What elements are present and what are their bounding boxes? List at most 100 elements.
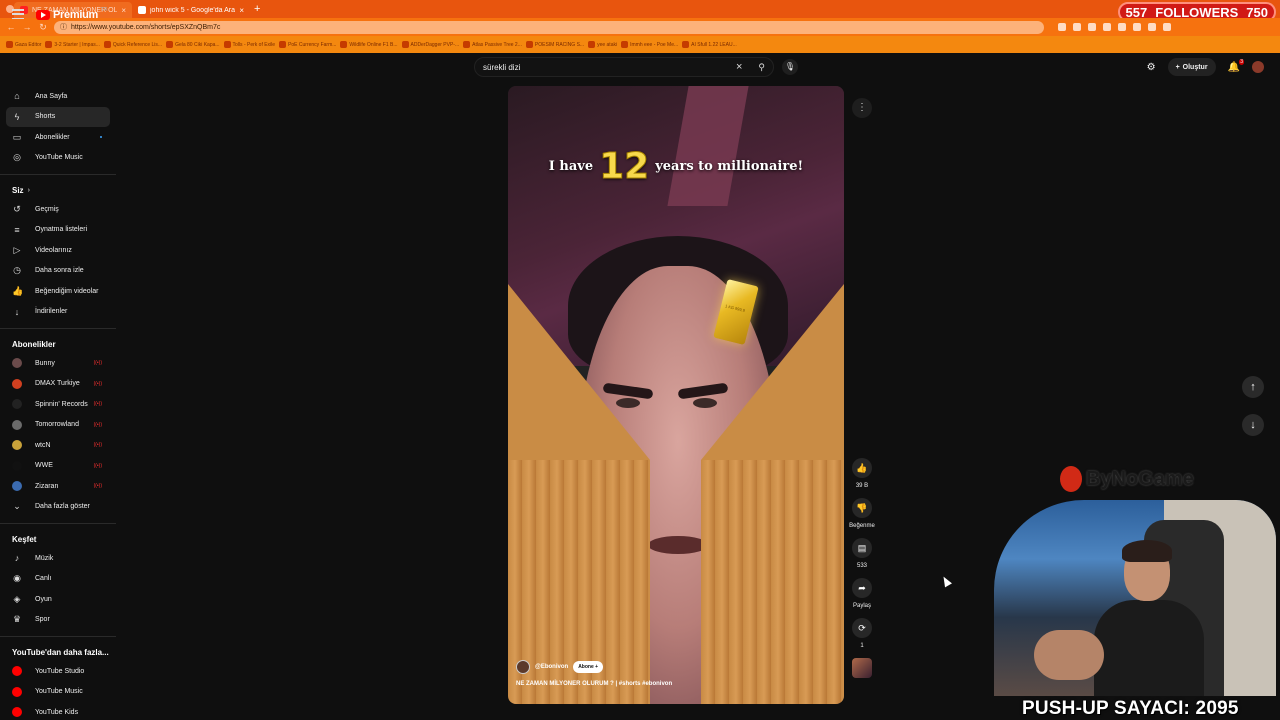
bookmark-item[interactable]: Immh eee - Poe Me... bbox=[621, 41, 678, 48]
sound-thumbnail[interactable] bbox=[852, 658, 872, 678]
clear-search-icon[interactable]: × bbox=[736, 61, 742, 73]
caption-post: years to millionaire! bbox=[655, 159, 804, 174]
channel-avatar bbox=[12, 358, 22, 369]
sidebar-section-header[interactable]: YouTube'dan daha fazla... bbox=[0, 643, 116, 661]
bookmark-item[interactable]: ADDerDagger PVP-... bbox=[401, 41, 459, 48]
sidebar-item-wtcn[interactable]: wtcN ((•)) bbox=[0, 435, 116, 456]
sidebar-section-header[interactable]: Abonelikler bbox=[0, 335, 116, 353]
sidebar-section-header[interactable]: Siz › bbox=[0, 181, 116, 199]
show-more-button[interactable]: ⌄ Daha fazla göster bbox=[0, 497, 116, 518]
sidebar-item-label: Abonelikler bbox=[35, 133, 70, 141]
webcam-arm bbox=[1034, 630, 1104, 680]
new-tab-icon[interactable]: + bbox=[254, 3, 260, 15]
back-icon[interactable]: ← bbox=[6, 22, 16, 32]
search-input[interactable]: sürekli dizi × ⚲ bbox=[474, 57, 774, 77]
bookmark-item[interactable]: 3-2 Starter | Impas... bbox=[45, 41, 100, 48]
sidebar-item-youtube-music[interactable]: ◎ YouTube Music bbox=[0, 148, 116, 169]
bookmark-item[interactable]: POESIM RACING S... bbox=[525, 41, 584, 48]
youtube-premium-logo[interactable]: Premium TR bbox=[36, 7, 108, 21]
bookmark-item[interactable]: Tolls - Perk of Exile bbox=[223, 41, 275, 48]
sidebar-item-spor[interactable]: ♛ Spor bbox=[0, 610, 116, 631]
sidebar-item-label: Spor bbox=[35, 616, 50, 624]
sidebar-item-oyun[interactable]: ◈ Oyun bbox=[0, 589, 116, 610]
dislike-action[interactable]: 👎 Beğenme bbox=[849, 498, 875, 529]
share-icon[interactable]: ➦ bbox=[852, 578, 872, 598]
bookmark-item[interactable]: yee ataki bbox=[588, 41, 617, 48]
close-tab-icon[interactable]: × bbox=[239, 6, 244, 15]
bookmark-item[interactable]: PoE Currency Farm... bbox=[279, 41, 336, 48]
bookmark-item[interactable]: Atlas Passive Tree 2... bbox=[463, 41, 522, 48]
sidebar-item-zizaran[interactable]: Zizaran ((•)) bbox=[0, 476, 116, 497]
sidebar-item-youtube-studio[interactable]: YouTube Studio bbox=[0, 661, 116, 682]
short-video-player[interactable]: 1 KG 999.9 I have 12 years to millionair… bbox=[508, 86, 844, 704]
browser-tab[interactable]: john wick 5 - Google'da Ara × bbox=[132, 2, 250, 18]
extension-icon[interactable] bbox=[1058, 23, 1066, 31]
previous-short-icon[interactable]: ↑ bbox=[1242, 376, 1264, 398]
sidebar-item-spinnin-records[interactable]: Spinnin' Records ((•)) bbox=[0, 394, 116, 415]
extension-icon[interactable] bbox=[1088, 23, 1096, 31]
remix-action[interactable]: ⟳ 1 bbox=[852, 618, 872, 649]
star-icon[interactable] bbox=[1073, 23, 1081, 31]
sidebar-item-daha-sonra-izle[interactable]: ◷ Daha sonra izle bbox=[0, 261, 116, 282]
like-action[interactable]: 👍 39 B bbox=[852, 458, 872, 489]
url-field[interactable]: ⓘ https://www.youtube.com/shorts/epSXZnQ… bbox=[54, 20, 1044, 34]
divider bbox=[0, 523, 116, 524]
divider bbox=[0, 328, 116, 329]
bookmark-label: AI Sfull 1.22 LEAU... bbox=[691, 41, 737, 48]
hamburger-menu-icon[interactable] bbox=[12, 9, 24, 19]
bookmark-item[interactable]: Gela 80 Ciki Kapa... bbox=[166, 41, 220, 48]
create-button[interactable]: + Oluştur bbox=[1167, 58, 1216, 76]
subscribe-button[interactable]: Abone + bbox=[573, 661, 604, 673]
short-actions: 👍 39 B 👎 Beğenme ▤ 533 ➦ Paylaş ⟳ 1 bbox=[849, 458, 875, 678]
comments-action[interactable]: ▤ 533 bbox=[852, 538, 872, 569]
remix-icon[interactable]: ⟳ bbox=[852, 618, 872, 638]
bookmark-item[interactable]: Gaza Editor bbox=[6, 41, 41, 48]
sidebar-item-canl-[interactable]: ◉ Canlı bbox=[0, 569, 116, 590]
search-icon[interactable]: ⚲ bbox=[758, 62, 765, 73]
sidebar-item-dmax-turkiye[interactable]: DMAX Turkiye ((•)) bbox=[0, 374, 116, 395]
sidebar-item-videolar-n-z[interactable]: ▷ Videolarınız bbox=[0, 240, 116, 261]
bookmark-item[interactable]: Quick Reference Lis... bbox=[103, 41, 162, 48]
extension-icon[interactable] bbox=[1118, 23, 1126, 31]
site-info-icon[interactable]: ⓘ bbox=[60, 22, 67, 32]
share-action[interactable]: ➦ Paylaş bbox=[852, 578, 872, 609]
sidebar-item-shorts[interactable]: ϟ Shorts bbox=[6, 106, 110, 127]
sidebar-item-m-zik[interactable]: ♪ Müzik bbox=[0, 548, 116, 569]
channel-name[interactable]: @Ebonivon bbox=[535, 664, 568, 670]
sidebar-item-be-endi-im-videolar[interactable]: 👍 Beğendiğim videolar bbox=[0, 281, 116, 302]
avatar[interactable] bbox=[1252, 61, 1264, 73]
sidebar-item-wwe[interactable]: WWE ((•)) bbox=[0, 456, 116, 477]
forward-icon[interactable]: → bbox=[22, 22, 32, 32]
sidebar-item-tomorrowland[interactable]: Tomorrowland ((•)) bbox=[0, 415, 116, 436]
extension-icon[interactable] bbox=[1148, 23, 1156, 31]
like-icon[interactable]: 👍 bbox=[852, 458, 872, 478]
sidebar-item-youtube-kids[interactable]: YouTube Kids bbox=[0, 702, 116, 720]
reload-icon[interactable]: ↻ bbox=[38, 22, 48, 33]
bookmark-item[interactable]: Wildlife Online F1 B... bbox=[340, 41, 398, 48]
sidebar-item-ge-mi-[interactable]: ↺ Geçmiş bbox=[0, 199, 116, 220]
comment-icon[interactable]: ▤ bbox=[852, 538, 872, 558]
more-options-icon[interactable]: ⋮ bbox=[852, 98, 872, 118]
sidebar-item-ana-sayfa[interactable]: ⌂ Ana Sayfa bbox=[0, 86, 116, 107]
sidebar-item-i-ndirilenler[interactable]: ↓ İndirilenler bbox=[0, 302, 116, 323]
sidebar-item-bunny[interactable]: Bunny ((•)) bbox=[0, 353, 116, 374]
sidebar-item-oynatma-listeleri[interactable]: ≡ Oynatma listeleri bbox=[0, 220, 116, 241]
cast-settings-icon[interactable]: ⚙ bbox=[1147, 62, 1156, 73]
next-short-icon[interactable]: ↓ bbox=[1242, 414, 1264, 436]
google-favicon-icon bbox=[138, 6, 146, 14]
sidebar-item-abonelikler[interactable]: ▭ Abonelikler bbox=[0, 127, 116, 148]
bookmark-icon bbox=[588, 41, 596, 48]
short-title[interactable]: NE ZAMAN MİLYONER OLURUM ? | #shorts #eb… bbox=[516, 681, 672, 687]
microphone-icon[interactable]: 🎙 bbox=[782, 59, 798, 75]
extension-icon[interactable] bbox=[1103, 23, 1111, 31]
dislike-icon[interactable]: 👎 bbox=[852, 498, 872, 518]
sidebar-section-header[interactable]: Keşfet bbox=[0, 530, 116, 548]
notifications-bell-icon[interactable]: 🔔 3 bbox=[1228, 58, 1244, 73]
channel-avatar[interactable] bbox=[516, 660, 530, 674]
profile-icon[interactable] bbox=[1163, 23, 1171, 31]
sidebar-item-youtube-music[interactable]: YouTube Music bbox=[0, 682, 116, 703]
extension-icon[interactable] bbox=[1133, 23, 1141, 31]
bookmark-item[interactable]: AI Sfull 1.22 LEAU... bbox=[682, 41, 737, 48]
bookmarks-bar: Gaza Editor 3-2 Starter | Impas... Quick R… bbox=[0, 36, 1280, 53]
close-tab-icon[interactable]: × bbox=[121, 6, 126, 15]
